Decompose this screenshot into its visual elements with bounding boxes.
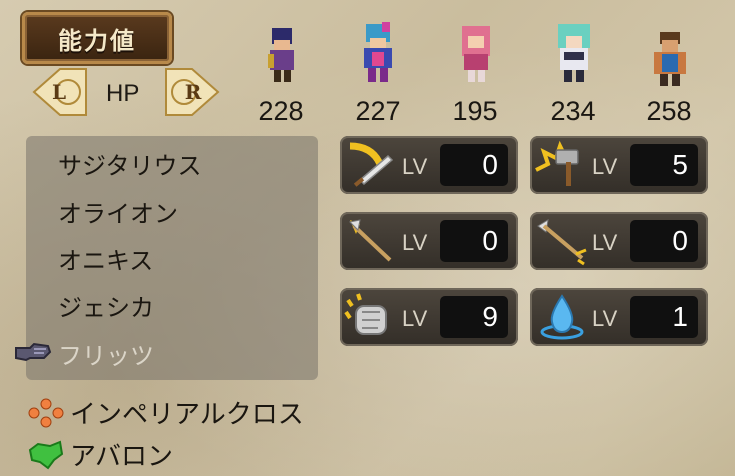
screen-title: 能力値	[22, 12, 172, 64]
lv-label: LV	[402, 154, 428, 179]
title-text: 能力値	[58, 26, 136, 55]
character-hp-2: 227	[355, 96, 401, 126]
skill-level-value: 5	[630, 144, 698, 186]
character-sprite-3[interactable]	[446, 18, 506, 86]
character-sprite-5[interactable]	[640, 24, 700, 92]
skill-spear[interactable]: LV 0	[340, 212, 518, 270]
lv-label: LV	[592, 306, 618, 331]
character-hp-3: 195	[452, 96, 498, 126]
list-item-character-1[interactable]: サジタリウス	[58, 146, 202, 181]
skill-level-value: 0	[630, 220, 698, 262]
character-sprite-4[interactable]	[544, 18, 604, 86]
hand-pointer-icon	[15, 342, 52, 362]
formation-name: インペリアルクロス	[70, 400, 304, 430]
imperial-cross-icon	[28, 398, 64, 427]
prev-stat-button[interactable]: L	[30, 66, 88, 118]
lv-label: LV	[402, 230, 428, 255]
map-region-icon	[28, 440, 64, 469]
current-stat-label: HP	[106, 80, 140, 107]
character-sprite-1[interactable]	[252, 18, 312, 86]
bow-icon	[537, 219, 587, 266]
skill-water[interactable]: LV 1	[530, 288, 708, 346]
lv-label: LV	[592, 154, 618, 179]
location-row: アバロン	[28, 436, 173, 473]
fist-icon	[344, 293, 387, 335]
character-hp-1: 228	[258, 96, 304, 126]
spear-icon	[348, 219, 392, 262]
next-stat-button[interactable]: R	[164, 66, 222, 118]
list-item-character-3[interactable]: オニキス	[58, 241, 153, 276]
formation-row: インペリアルクロス	[28, 394, 304, 431]
skill-bow[interactable]: LV 0	[530, 212, 708, 270]
skill-level-value: 0	[440, 144, 508, 186]
skill-level-value: 0	[440, 220, 508, 262]
r-label: R	[184, 80, 202, 104]
skill-sword[interactable]: LV 0	[340, 136, 518, 194]
location-name: アバロン	[70, 442, 173, 472]
sword-icon	[349, 142, 394, 187]
list-item-character-4[interactable]: ジェシカ	[58, 288, 154, 323]
skill-hammer[interactable]: LV 5	[530, 136, 708, 194]
water-drop-icon	[540, 294, 584, 340]
skill-level-value: 9	[440, 296, 508, 338]
skill-level-value: 1	[630, 296, 698, 338]
skill-martial-arts[interactable]: LV 9	[340, 288, 518, 346]
character-sprite-2[interactable]	[348, 18, 408, 86]
list-item-character-2[interactable]: オライオン	[58, 194, 178, 229]
lv-label: LV	[402, 306, 428, 331]
character-hp-4: 234	[550, 96, 596, 126]
l-label: L	[51, 80, 67, 104]
hammer-icon	[535, 140, 579, 186]
character-hp-5: 258	[646, 96, 692, 126]
list-item-character-5[interactable]: フリッツ	[58, 336, 154, 371]
lv-label: LV	[592, 230, 618, 255]
